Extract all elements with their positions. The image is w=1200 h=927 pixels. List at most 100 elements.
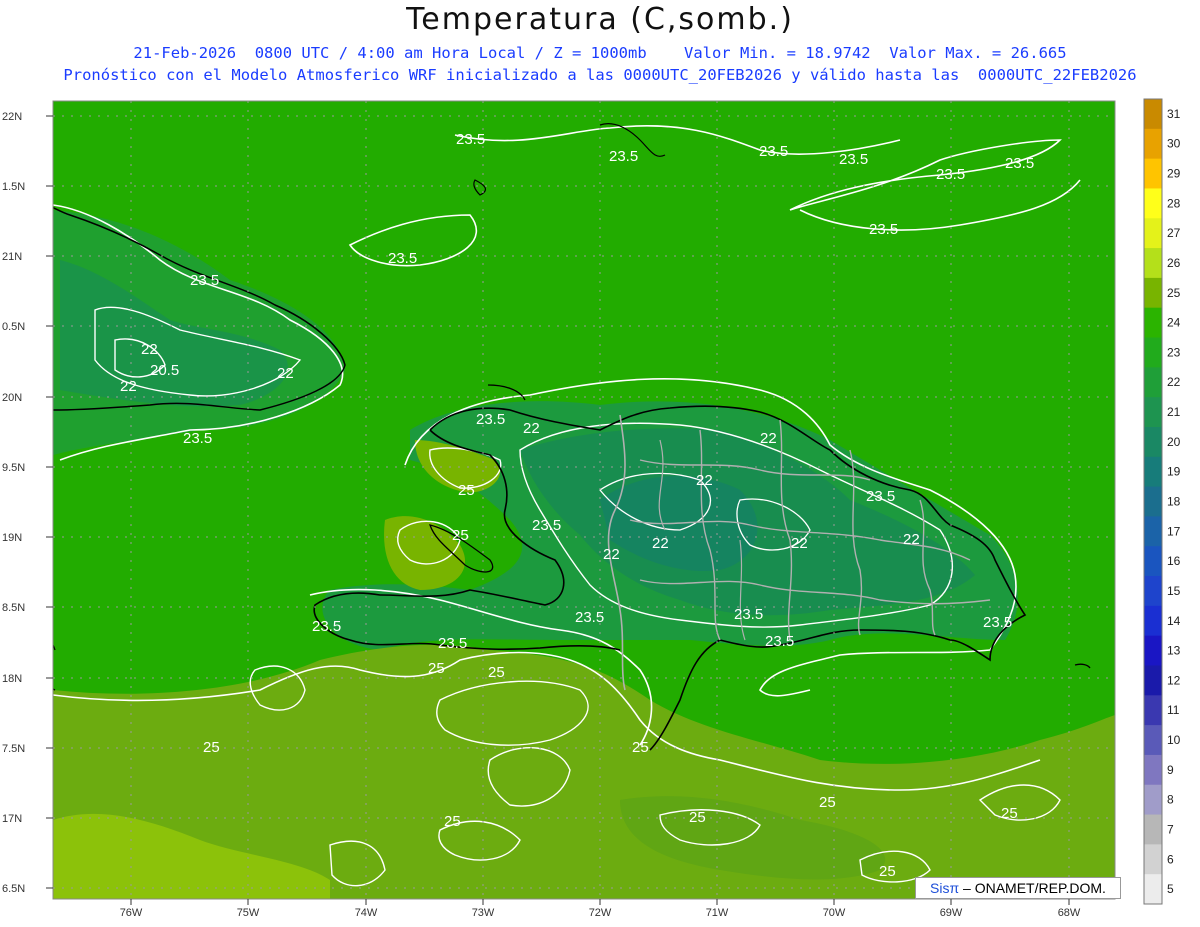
contour-label: 23.5 xyxy=(869,221,898,238)
colorbar-label: 22 xyxy=(1167,375,1181,389)
contour-label: 23.5 xyxy=(983,614,1012,631)
colorbar-swatch xyxy=(1144,99,1162,130)
colorbar-swatch xyxy=(1144,605,1162,637)
lat-label: 7.5N xyxy=(2,743,25,755)
lat-label: 1.5N xyxy=(2,181,25,193)
colorbar-swatch xyxy=(1144,128,1162,160)
contour-label: 25 xyxy=(203,739,220,756)
colorbar-swatch xyxy=(1144,426,1162,458)
colorbar-swatch xyxy=(1144,158,1162,189)
lon-label: 68W xyxy=(1058,907,1081,919)
colorbar-swatch xyxy=(1144,725,1162,756)
credit-text: – ONAMET/REP.DOM. xyxy=(959,880,1106,896)
contour-label: 23.5 xyxy=(312,618,341,635)
colorbar-swatch xyxy=(1144,546,1162,577)
colorbar-label: 11 xyxy=(1167,703,1180,717)
colorbar-swatch xyxy=(1144,516,1162,547)
contour-label: 25 xyxy=(632,739,649,756)
colorbar-label: 26 xyxy=(1167,256,1181,270)
colorbar-label: 6 xyxy=(1167,852,1174,866)
contour-label: 22 xyxy=(523,420,540,437)
lon-label: 72W xyxy=(589,907,612,919)
credit-box: Sisπ – ONAMET/REP.DOM. xyxy=(915,877,1121,899)
colorbar-label: 27 xyxy=(1167,226,1181,240)
contour-label: 23.5 xyxy=(532,517,561,534)
contour-label: 23.5 xyxy=(734,606,763,623)
colorbar-swatch xyxy=(1144,486,1162,517)
contour-label: 23.5 xyxy=(765,633,794,650)
colorbar-swatch xyxy=(1144,844,1162,875)
colorbar-label: 23 xyxy=(1167,345,1181,359)
colorbar-label: 18 xyxy=(1167,495,1181,509)
colorbar-label: 9 xyxy=(1167,763,1174,777)
contour-label: 22 xyxy=(791,535,808,552)
colorbar-swatch xyxy=(1144,874,1162,905)
contour-label: 25 xyxy=(1001,805,1018,822)
longitude-axis: 76W 75W 74W 73W 72W 71W 70W 69W 68W xyxy=(120,907,1081,919)
contour-label: 23.5 xyxy=(936,166,965,183)
colorbar-swatch xyxy=(1144,277,1162,309)
contour-label: 25 xyxy=(488,664,505,681)
colorbar-swatch xyxy=(1144,814,1162,845)
lat-label: 21N xyxy=(2,251,22,263)
lon-label: 71W xyxy=(706,907,729,919)
contour-label: 23.5 xyxy=(759,143,788,160)
colorbar-swatch xyxy=(1144,397,1162,428)
colorbar-label: 15 xyxy=(1167,584,1181,598)
lon-label: 70W xyxy=(823,907,846,919)
colorbar-label: 7 xyxy=(1167,822,1174,836)
colorbar-swatch xyxy=(1144,665,1162,696)
contour-label: 22 xyxy=(760,430,777,447)
contour-label: 23.5 xyxy=(456,131,485,148)
contour-label: 25 xyxy=(689,809,706,826)
lat-label: 19N xyxy=(2,532,22,544)
contour-label: 23.5 xyxy=(575,609,604,626)
latitude-ticks xyxy=(46,115,53,889)
colorbar-label: 5 xyxy=(1167,882,1174,896)
lat-label: 8.5N xyxy=(2,602,25,614)
contour-label: 25 xyxy=(452,527,469,544)
colorbar-label: 24 xyxy=(1167,316,1181,330)
contour-label: 25 xyxy=(819,794,836,811)
lat-label: 22N xyxy=(2,111,22,123)
lat-label: 6.5N xyxy=(2,883,25,895)
lon-label: 75W xyxy=(237,907,260,919)
lat-label: 17N xyxy=(2,813,22,825)
colorbar-label: 31 xyxy=(1167,107,1181,121)
contour-label: 23.5 xyxy=(609,148,638,165)
colorbar-label: 13 xyxy=(1167,644,1181,658)
lat-label: 18N xyxy=(2,673,22,685)
lat-label: 0.5N xyxy=(2,321,25,333)
lon-label: 69W xyxy=(940,907,963,919)
contour-label: 22 xyxy=(141,341,158,358)
contour-label: 23.5 xyxy=(476,411,505,428)
colorbar-label: 12 xyxy=(1167,673,1181,687)
lat-label: 20N xyxy=(2,392,22,404)
colorbar-label: 10 xyxy=(1167,733,1181,747)
colorbar-label: 20 xyxy=(1167,435,1181,449)
colorbar-label: 28 xyxy=(1167,196,1181,210)
colorbar-label: 17 xyxy=(1167,524,1181,538)
colorbar-swatch xyxy=(1144,337,1162,368)
colorbar-swatch xyxy=(1144,635,1162,666)
contour-label: 23.5 xyxy=(438,635,467,652)
colorbar xyxy=(1144,99,1162,905)
colorbar-swatch xyxy=(1144,367,1162,398)
contour-label: 22 xyxy=(277,365,294,382)
lon-label: 73W xyxy=(472,907,495,919)
lat-label: 9.5N xyxy=(2,462,25,474)
colorbar-swatch xyxy=(1144,754,1162,786)
contour-label: 25 xyxy=(458,482,475,499)
contour-label: 23.5 xyxy=(1005,155,1034,172)
contour-label: 22 xyxy=(652,535,669,552)
colorbar-label: 8 xyxy=(1167,793,1174,807)
colorbar-label: 16 xyxy=(1167,554,1181,568)
colorbar-label: 19 xyxy=(1167,465,1181,479)
colorbar-swatch xyxy=(1144,695,1162,726)
lon-label: 76W xyxy=(120,907,143,919)
latitude-axis: 22N 1.5N 21N 0.5N 20N 9.5N 19N 8.5N 18N … xyxy=(2,111,25,895)
colorbar-swatch xyxy=(1144,248,1162,279)
contour-label: 23.5 xyxy=(190,272,219,289)
colorbar-labels: 31 30 29 28 27 26 25 24 23 22 21 20 19 18 17 16 15 14 13 12… xyxy=(1167,107,1181,896)
colorbar-label: 21 xyxy=(1167,405,1181,419)
